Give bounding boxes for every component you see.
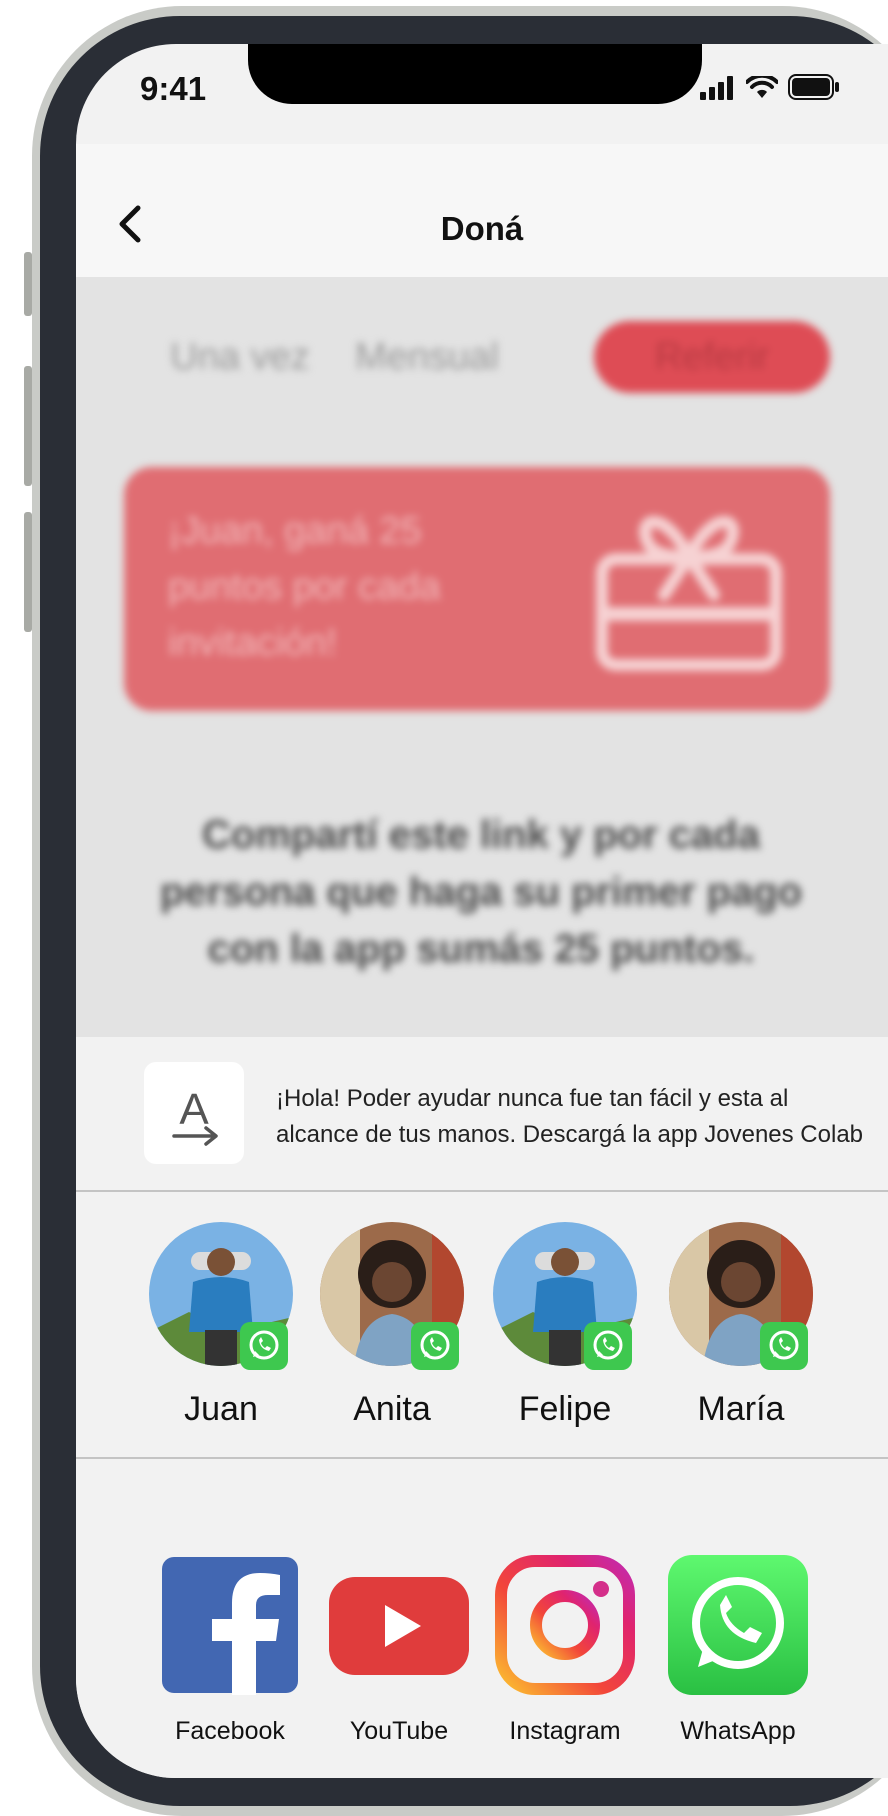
signal-icon	[700, 76, 733, 100]
blurred-content: Una vez Mensual Referir ¡Juan, ganá 25 p…	[76, 277, 888, 1037]
svg-text:A: A	[179, 1085, 209, 1134]
screen: Doná 9:41 Una vez Mensual Referir ¡Juan,…	[76, 44, 888, 1778]
divider	[76, 1190, 888, 1192]
share-youtube[interactable]: YouTube	[324, 1555, 474, 1746]
promo-text: ¡Juan, ganá 25 puntos por cada invitació…	[168, 510, 441, 664]
app-label: Instagram	[509, 1717, 621, 1745]
page-title: Doná	[440, 210, 524, 247]
share-whatsapp[interactable]: WhatsApp	[663, 1555, 813, 1746]
share-sheet: A ¡Hola! Poder ayudar nunca fue tan fáci…	[76, 1037, 888, 1778]
battery-icon	[788, 74, 839, 100]
whatsapp-icon	[668, 1555, 808, 1695]
whatsapp-icon	[411, 1322, 459, 1370]
wifi-icon	[746, 76, 778, 98]
share-message-line-2: alcance de tus manos. Descargá la app Jo…	[276, 1121, 864, 1148]
notch	[248, 44, 702, 104]
share-instagram[interactable]: Instagram	[490, 1555, 640, 1746]
gift-icon	[596, 515, 782, 671]
tab-mensual[interactable]: Mensual	[344, 321, 510, 393]
contact-name: Anita	[353, 1390, 431, 1428]
contact-felipe[interactable]: Felipe	[490, 1222, 640, 1429]
whatsapp-icon	[240, 1322, 288, 1370]
promo-card: ¡Juan, ganá 25 puntos por cada invitació…	[124, 467, 830, 711]
status-icons	[700, 74, 840, 100]
text-format-icon: A	[144, 1062, 244, 1164]
app-label: WhatsApp	[680, 1717, 796, 1745]
whatsapp-icon	[760, 1322, 808, 1370]
contact-name: Juan	[184, 1390, 258, 1428]
instagram-icon	[495, 1555, 635, 1695]
volume-down-button	[24, 512, 32, 632]
navigation-bar: Doná	[76, 144, 888, 277]
tab-referir[interactable]: Referir	[594, 321, 830, 393]
share-message-text: ¡Hola! Poder ayudar nunca fue tan fácil …	[276, 1081, 888, 1153]
mute-switch	[24, 252, 32, 316]
contact-name: María	[697, 1390, 785, 1428]
contact-anita[interactable]: Anita	[317, 1222, 467, 1429]
share-message-row[interactable]: A ¡Hola! Poder ayudar nunca fue tan fáci…	[76, 1037, 888, 1192]
app-label: Facebook	[175, 1717, 285, 1745]
whatsapp-icon	[584, 1322, 632, 1370]
status-time: 9:41	[140, 70, 207, 107]
divider	[76, 1457, 888, 1459]
facebook-icon	[160, 1555, 300, 1695]
share-facebook[interactable]: Facebook	[155, 1555, 305, 1746]
share-description: Compartí este link y por cada persona qu…	[159, 813, 803, 971]
tab-una-vez[interactable]: Una vez	[160, 321, 320, 393]
youtube-icon	[329, 1555, 469, 1695]
contact-name: Felipe	[518, 1390, 612, 1428]
contact-maria[interactable]: María	[666, 1222, 816, 1429]
volume-up-button	[24, 366, 32, 486]
share-message-line-1: ¡Hola! Poder ayudar nunca fue tan fácil …	[276, 1085, 789, 1112]
contact-juan[interactable]: Juan	[146, 1222, 296, 1429]
background-content: Una vez Mensual Referir ¡Juan, ganá 25 p…	[76, 277, 888, 1037]
app-label: YouTube	[349, 1717, 449, 1745]
